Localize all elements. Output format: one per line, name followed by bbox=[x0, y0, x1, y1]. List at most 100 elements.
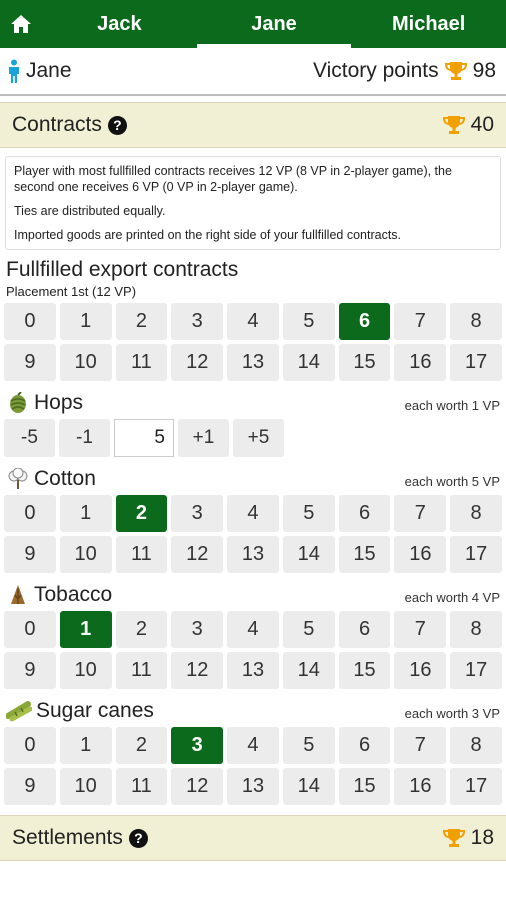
number-option[interactable]: 15 bbox=[338, 652, 391, 689]
number-option[interactable]: 3 bbox=[171, 303, 224, 340]
number-option[interactable]: 1 bbox=[59, 303, 112, 340]
number-option[interactable]: 5 bbox=[282, 495, 335, 532]
number-option[interactable]: 3 bbox=[171, 611, 224, 648]
plus-five-button[interactable]: +5 bbox=[233, 419, 284, 457]
number-option[interactable]: 8 bbox=[450, 495, 502, 532]
number-option[interactable]: 16 bbox=[394, 344, 447, 381]
number-option[interactable]: 4 bbox=[227, 495, 279, 532]
player-name: Jane bbox=[26, 59, 72, 82]
tobacco-header: Tobacco each worth 4 VP bbox=[0, 573, 506, 611]
sugar-header: Sugar canes each worth 3 VP bbox=[0, 689, 506, 727]
number-option[interactable]: 7 bbox=[394, 727, 447, 764]
number-option[interactable]: 17 bbox=[450, 536, 502, 573]
number-option-selected[interactable]: 2 bbox=[115, 495, 168, 532]
number-option[interactable]: 0 bbox=[4, 727, 56, 764]
number-option[interactable]: 11 bbox=[115, 536, 168, 573]
minus-one-button[interactable]: -1 bbox=[59, 419, 110, 457]
number-option[interactable]: 0 bbox=[4, 495, 56, 532]
number-option[interactable]: 13 bbox=[227, 768, 279, 805]
number-option[interactable]: 1 bbox=[59, 495, 112, 532]
hops-quantity-field[interactable]: 5 bbox=[114, 419, 174, 457]
number-option[interactable]: 10 bbox=[59, 536, 112, 573]
number-option[interactable]: 2 bbox=[115, 611, 168, 648]
victory-points-label: Victory points bbox=[312, 59, 439, 82]
victory-points-value: 98 bbox=[472, 59, 496, 82]
number-option[interactable]: 11 bbox=[115, 768, 168, 805]
number-option[interactable]: 8 bbox=[450, 303, 502, 340]
number-option[interactable]: 13 bbox=[227, 652, 279, 689]
number-option[interactable]: 7 bbox=[394, 303, 447, 340]
tab-jane[interactable]: Jane bbox=[196, 0, 352, 48]
number-option[interactable]: 12 bbox=[171, 344, 224, 381]
number-option[interactable]: 16 bbox=[394, 652, 447, 689]
number-option[interactable]: 10 bbox=[59, 768, 112, 805]
number-option[interactable]: 14 bbox=[282, 652, 335, 689]
help-icon[interactable]: ? bbox=[128, 828, 148, 848]
number-option[interactable]: 9 bbox=[4, 536, 56, 573]
number-option[interactable]: 11 bbox=[115, 344, 168, 381]
number-option[interactable]: 12 bbox=[171, 768, 224, 805]
number-option[interactable]: 5 bbox=[282, 303, 335, 340]
number-option[interactable]: 5 bbox=[282, 611, 335, 648]
tab-michael[interactable]: Michael bbox=[351, 0, 506, 48]
number-option[interactable]: 10 bbox=[59, 344, 112, 381]
number-option[interactable]: 5 bbox=[282, 727, 335, 764]
number-option[interactable]: 7 bbox=[394, 611, 447, 648]
number-option[interactable]: 8 bbox=[450, 727, 502, 764]
number-option[interactable]: 16 bbox=[394, 768, 447, 805]
number-option[interactable]: 2 bbox=[115, 303, 168, 340]
settlements-title-text: Settlements bbox=[12, 826, 123, 849]
number-option[interactable]: 17 bbox=[450, 652, 502, 689]
number-option[interactable]: 1 bbox=[59, 727, 112, 764]
number-option[interactable]: 12 bbox=[171, 536, 224, 573]
number-option[interactable]: 15 bbox=[338, 344, 391, 381]
number-option[interactable]: 4 bbox=[227, 303, 279, 340]
number-option[interactable]: 8 bbox=[450, 611, 502, 648]
number-option[interactable]: 4 bbox=[227, 727, 279, 764]
number-option[interactable]: 4 bbox=[227, 611, 279, 648]
number-option-selected[interactable]: 1 bbox=[59, 611, 112, 648]
home-button[interactable] bbox=[0, 0, 42, 48]
cotton-header: Cotton each worth 5 VP bbox=[0, 457, 506, 495]
trophy-icon bbox=[442, 829, 465, 847]
number-option[interactable]: 12 bbox=[171, 652, 224, 689]
trophy-icon bbox=[444, 62, 467, 80]
sugar-cane-icon bbox=[6, 701, 32, 722]
help-icon[interactable]: ? bbox=[107, 115, 127, 135]
number-option[interactable]: 13 bbox=[227, 536, 279, 573]
number-option[interactable]: 15 bbox=[338, 768, 391, 805]
number-option[interactable]: 14 bbox=[282, 344, 335, 381]
number-option[interactable]: 7 bbox=[394, 495, 447, 532]
minus-five-button[interactable]: -5 bbox=[4, 419, 55, 457]
info-paragraph: Player with most fullfilled contracts re… bbox=[14, 164, 452, 194]
number-option[interactable]: 17 bbox=[450, 768, 502, 805]
number-option[interactable]: 6 bbox=[338, 611, 391, 648]
tab-jack[interactable]: Jack bbox=[42, 0, 197, 48]
info-paragraph: Ties are distributed equally. bbox=[14, 204, 166, 218]
cotton-title: Cotton bbox=[6, 467, 96, 491]
number-option[interactable]: 14 bbox=[282, 536, 335, 573]
number-option[interactable]: 13 bbox=[227, 344, 279, 381]
number-option[interactable]: 6 bbox=[338, 495, 391, 532]
number-option[interactable]: 3 bbox=[171, 495, 224, 532]
number-option[interactable]: 15 bbox=[338, 536, 391, 573]
number-option[interactable]: 16 bbox=[394, 536, 447, 573]
number-option-selected[interactable]: 3 bbox=[171, 727, 224, 764]
number-option[interactable]: 9 bbox=[4, 652, 56, 689]
number-option[interactable]: 10 bbox=[59, 652, 112, 689]
number-option[interactable]: 0 bbox=[4, 611, 56, 648]
number-option[interactable]: 11 bbox=[115, 652, 168, 689]
tobacco-grid: 0 1 2 3 4 5 6 7 8 9 10 11 12 13 14 15 16 17 bbox=[0, 611, 506, 689]
tobacco-title: Tobacco bbox=[6, 583, 112, 607]
number-option[interactable]: 9 bbox=[4, 768, 56, 805]
number-option[interactable]: 14 bbox=[282, 768, 335, 805]
cotton-grid: 0 1 2 3 4 5 6 7 8 9 10 11 12 13 14 15 16 17 bbox=[0, 495, 506, 573]
number-option[interactable]: 9 bbox=[4, 344, 56, 381]
number-option[interactable]: 2 bbox=[115, 727, 168, 764]
hops-icon bbox=[10, 392, 26, 413]
number-option[interactable]: 0 bbox=[4, 303, 56, 340]
number-option[interactable]: 6 bbox=[338, 727, 391, 764]
number-option-selected[interactable]: 6 bbox=[338, 303, 391, 340]
plus-one-button[interactable]: +1 bbox=[178, 419, 229, 457]
number-option[interactable]: 17 bbox=[450, 344, 502, 381]
